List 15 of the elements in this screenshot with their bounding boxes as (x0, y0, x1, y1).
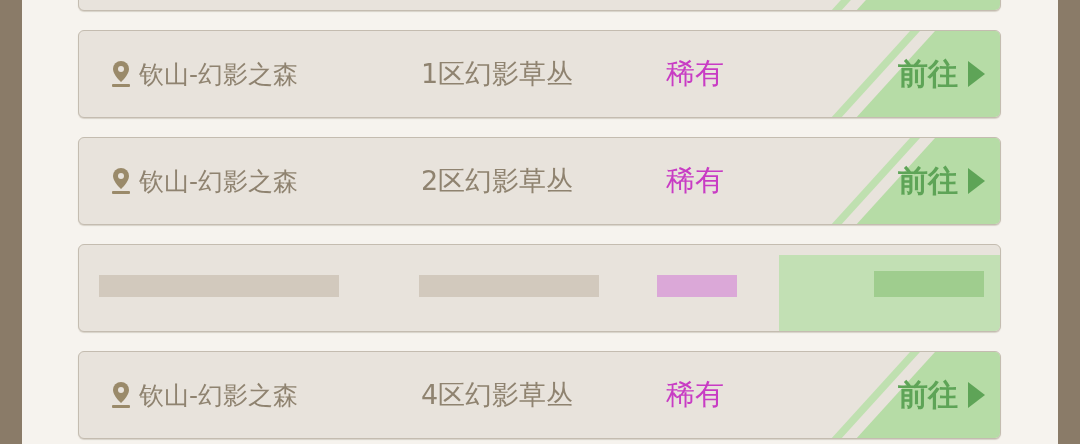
location-pin-icon (111, 381, 131, 409)
area-label: 2区幻影草丛 (421, 164, 575, 198)
location-pin-icon (111, 167, 131, 195)
play-arrow-icon (966, 380, 986, 410)
rarity-label: 稀有 (666, 376, 724, 413)
location-label: 钦山-幻影之森 (139, 165, 299, 198)
rarity-label: 稀有 (666, 162, 724, 199)
area-label: 4区幻影草丛 (421, 378, 575, 412)
location-label: 钦山-幻影之森 (139, 58, 299, 91)
play-arrow-icon (966, 59, 986, 89)
play-arrow-icon (966, 166, 986, 196)
location-pin-icon (111, 60, 131, 88)
area-label: 1区幻影草丛 (421, 57, 575, 91)
rarity-label: 稀有 (666, 55, 724, 92)
location-label: 钦山-幻影之森 (139, 379, 299, 412)
